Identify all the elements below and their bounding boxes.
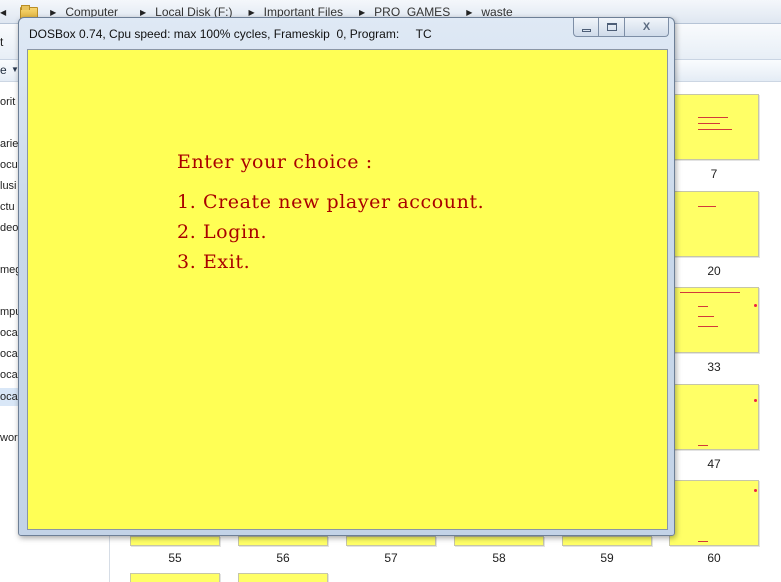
maximize-button[interactable] (599, 18, 625, 37)
menu-option-exit: 3. Exit. (177, 251, 251, 273)
organize-menu[interactable]: e (0, 63, 7, 77)
nav-item-libraries[interactable]: arie (0, 138, 18, 150)
thumbnail[interactable] (562, 536, 652, 546)
thumbnail-label: 20 (707, 264, 721, 278)
thumbnail-label: 60 (707, 551, 721, 565)
thumbnail-label: 33 (707, 360, 721, 374)
thumbnail[interactable] (238, 573, 328, 582)
nav-item-pictures[interactable]: ctu (0, 201, 15, 213)
window-controls: X (573, 18, 669, 38)
minimize-icon (581, 28, 591, 32)
thumbnail[interactable] (346, 536, 436, 546)
dosbox-window[interactable]: DOSBox 0.74, Cpu speed: max 100% cycles,… (18, 17, 675, 536)
thumbnail-label: 7 (710, 167, 718, 181)
nav-item-videos[interactable]: deo (0, 222, 18, 234)
thumbnail[interactable] (130, 536, 220, 546)
dos-screen[interactable]: Enter your choice : 1. Create new player… (27, 49, 668, 530)
thumbnail-label: 47 (707, 457, 721, 471)
thumbnail[interactable] (669, 191, 759, 257)
thumbnail[interactable] (669, 480, 759, 546)
thumbnail-label: 56 (276, 551, 290, 565)
nav-item-music[interactable]: lusi (0, 180, 17, 192)
menu-option-create-account: 1. Create new player account. (177, 191, 485, 213)
thumbnail[interactable] (238, 536, 328, 546)
thumbnail[interactable] (669, 94, 759, 160)
menu-prompt: Enter your choice : (177, 151, 373, 173)
breadcrumb-root-arrow[interactable]: ◀ (0, 8, 10, 17)
thumbnail[interactable] (130, 573, 220, 582)
close-icon: X (642, 21, 651, 33)
maximize-icon (606, 23, 617, 31)
thumbnail[interactable] (669, 287, 759, 353)
close-button[interactable]: X (625, 18, 669, 37)
thumbnail-label: 59 (600, 551, 614, 565)
window-title: DOSBox 0.74, Cpu speed: max 100% cycles,… (29, 27, 432, 41)
thumbnail[interactable] (454, 536, 544, 546)
thumbnail[interactable] (669, 384, 759, 450)
minimize-button[interactable] (573, 18, 599, 37)
nav-item-network[interactable]: wor (0, 432, 18, 444)
toolbar-left-edge: t (0, 35, 4, 49)
nav-item-documents[interactable]: ocu (0, 159, 18, 171)
thumbnail-label: 58 (492, 551, 506, 565)
nav-item-favorites[interactable]: orit (0, 96, 15, 108)
thumbnail-label: 55 (168, 551, 182, 565)
menu-option-login: 2. Login. (177, 221, 268, 243)
thumbnail-label: 57 (384, 551, 398, 565)
